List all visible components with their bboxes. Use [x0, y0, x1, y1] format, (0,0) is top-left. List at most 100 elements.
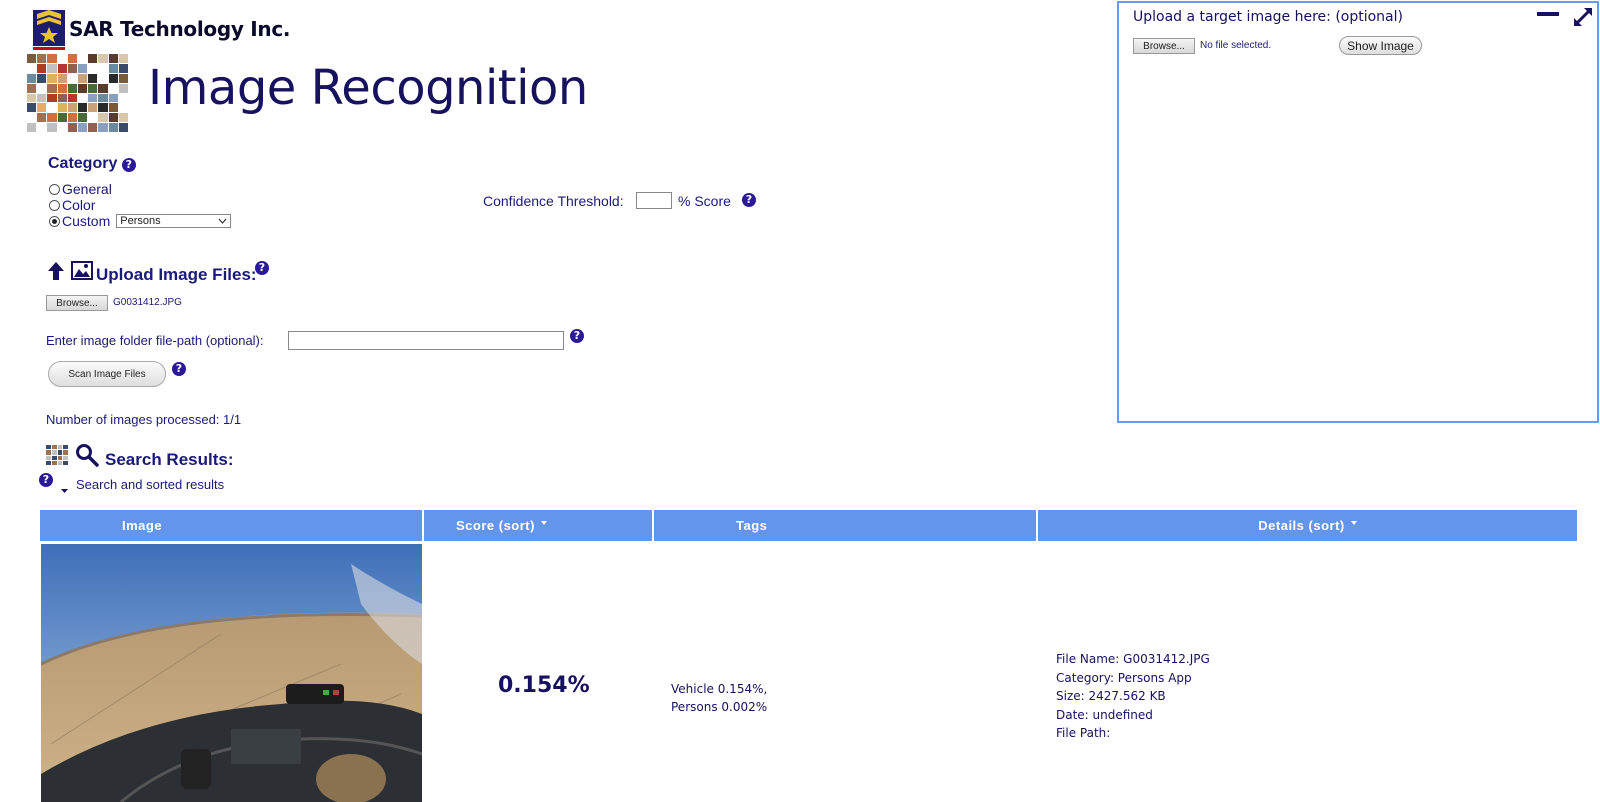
minimize-icon[interactable]: [1537, 12, 1559, 16]
mosaic-tile: [57, 103, 67, 113]
column-header-image: Image: [40, 510, 424, 541]
result-image-thumbnail[interactable]: [41, 544, 422, 802]
radio-general[interactable]: [49, 183, 60, 195]
expand-icon[interactable]: [1572, 6, 1594, 33]
detail-size: Size: 2427.562 KB: [1056, 689, 1166, 703]
category-heading-label: Category: [48, 155, 118, 172]
images-processed-count: Number of images processed: 1/1: [46, 412, 242, 427]
mosaic-tile: [63, 460, 68, 465]
mosaic-tile: [118, 113, 128, 123]
mosaic-tile: [47, 113, 57, 123]
mosaic-tile: [47, 123, 57, 132]
mosaic-tile: [27, 93, 37, 103]
mosaic-tile: [118, 73, 128, 83]
results-table-header: Image Score (sort) Tags Details (sort): [40, 510, 1577, 541]
custom-category-value: Persons: [120, 215, 161, 227]
column-header-image-label: Image: [122, 518, 163, 533]
category-option-color[interactable]: Color: [49, 197, 95, 213]
mosaic-tile: [98, 63, 108, 73]
mosaic-tile: [98, 123, 108, 132]
help-icon[interactable]: ?: [255, 261, 269, 275]
results-table: Image Score (sort) Tags Details (sort): [40, 510, 1577, 541]
confidence-threshold-label: Confidence Threshold:: [483, 193, 624, 209]
search-icon: [75, 443, 99, 472]
radio-general-label: General: [62, 181, 112, 197]
help-icon[interactable]: ?: [121, 158, 136, 172]
mosaic-tile: [98, 73, 108, 83]
column-header-tags-label: Tags: [736, 518, 768, 533]
mosaic-tile: [77, 93, 88, 103]
browse-target-button[interactable]: Browse...: [1133, 38, 1195, 54]
help-icon[interactable]: ?: [570, 329, 584, 343]
detail-category: Category: Persons App: [1056, 670, 1192, 685]
confidence-threshold-input[interactable]: [636, 192, 672, 209]
mosaic-tile: [51, 450, 57, 455]
custom-category-select[interactable]: Persons: [116, 214, 232, 228]
mosaic-tile: [108, 123, 118, 132]
mosaic-tile: [37, 73, 47, 83]
column-header-score-label: Score (sort): [456, 518, 535, 533]
detail-file-name: File Name: G0031412.JPG: [1056, 652, 1210, 666]
mosaic-tile: [46, 460, 51, 465]
category-option-custom[interactable]: Custom Persons: [49, 213, 232, 229]
mosaic-tile: [63, 450, 68, 455]
help-icon[interactable]: ?: [172, 362, 186, 376]
mosaic-tile: [67, 103, 77, 113]
mosaic-tile: [77, 63, 88, 73]
mosaic-tile: [51, 460, 57, 465]
mosaic-tile: [37, 83, 47, 93]
mosaic-tile: [57, 54, 67, 63]
mosaic-tile: [67, 93, 77, 103]
mosaic-tile: [118, 54, 128, 63]
mosaic-tile: [57, 460, 63, 465]
mosaic-tile: [46, 450, 51, 455]
mosaic-tile: [77, 113, 88, 123]
radio-color[interactable]: [49, 199, 60, 211]
radio-custom[interactable]: [49, 215, 60, 227]
mosaic-tile: [27, 54, 37, 63]
mosaic-tile: [98, 54, 108, 63]
mosaic-tile: [77, 73, 88, 83]
mosaic-tile: [46, 445, 51, 450]
help-icon[interactable]: ?: [39, 473, 53, 487]
category-option-general[interactable]: General: [49, 181, 112, 197]
expand-results-caret-icon[interactable]: [61, 481, 68, 499]
search-results-subheading: Search and sorted results: [76, 477, 225, 492]
sort-caret-icon: [540, 520, 547, 525]
folder-path-input[interactable]: [288, 331, 564, 350]
mosaic-tile: [57, 455, 63, 460]
mosaic-tile: [63, 455, 68, 460]
mosaic-tile: [108, 103, 118, 113]
mosaic-tile: [118, 93, 128, 103]
mosaic-tile: [37, 113, 47, 123]
browse-files-button[interactable]: Browse...: [46, 295, 108, 311]
mosaic-tile: [88, 93, 98, 103]
mosaic-tile: [67, 123, 77, 132]
mosaic-tile: [57, 73, 67, 83]
mosaic-tile: [57, 123, 67, 132]
mosaic-tile: [63, 445, 68, 450]
help-icon[interactable]: ?: [742, 193, 756, 207]
mosaic-tile: [57, 63, 67, 73]
column-header-details-sort[interactable]: Details (sort): [1038, 510, 1577, 541]
result-tags: Vehicle 0.154%, Persons 0.002%: [671, 680, 767, 716]
target-file-status: No file selected.: [1200, 40, 1272, 51]
mosaic-tile: [37, 54, 47, 63]
mosaic-tile: [88, 123, 98, 132]
search-results-heading: Search Results:: [105, 450, 234, 469]
mosaic-tile: [27, 113, 37, 123]
mosaic-tile: [57, 445, 63, 450]
scan-image-files-button[interactable]: Scan Image Files: [48, 361, 166, 387]
mosaic-tile: [108, 63, 118, 73]
mosaic-tile: [118, 123, 128, 132]
mosaic-tile: [108, 83, 118, 93]
mosaic-tile: [98, 93, 108, 103]
mosaic-tile: [67, 54, 77, 63]
mosaic-tile: [98, 83, 108, 93]
company-name: SAR Technology Inc.: [69, 17, 291, 41]
mosaic-tile: [88, 83, 98, 93]
show-image-button[interactable]: Show Image: [1339, 36, 1422, 55]
mosaic-tile: [88, 103, 98, 113]
column-header-score-sort[interactable]: Score (sort): [424, 510, 654, 541]
mosaic-tile: [88, 63, 98, 73]
